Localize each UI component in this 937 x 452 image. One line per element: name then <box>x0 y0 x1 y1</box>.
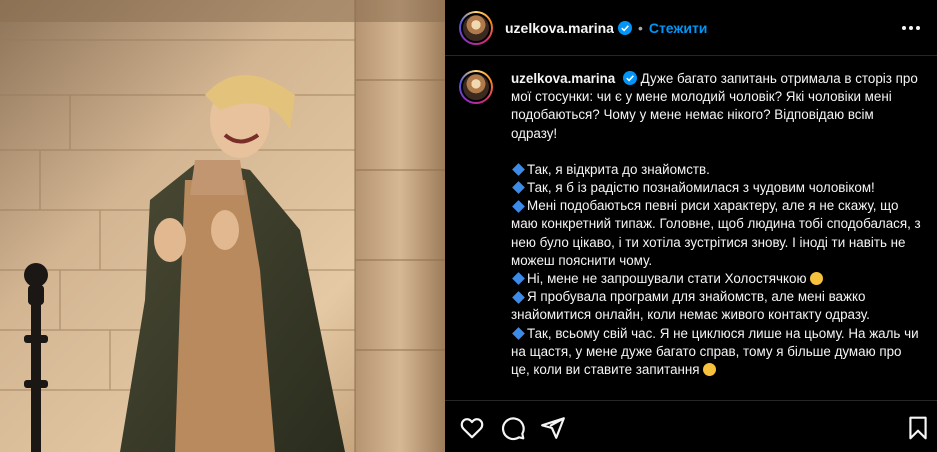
blue-diamond-icon <box>512 272 525 286</box>
photo-illustration <box>0 0 445 452</box>
caption-block: uzelkova.marina Дуже багато запитань отр… <box>459 70 923 379</box>
caption-gap <box>511 143 921 161</box>
blue-diamond-icon <box>512 199 525 213</box>
caption-intro: uzelkova.marina Дуже багато запитань отр… <box>511 70 921 143</box>
caption-bullet-text: Мені подобаються певні риси характеру, а… <box>511 198 921 268</box>
caption-username[interactable]: uzelkova.marina <box>511 71 615 86</box>
caption-bullet: Я пробувала програми для знайомств, але … <box>511 288 921 324</box>
blue-diamond-icon <box>512 181 525 195</box>
caption-bullet-text: Так, я б із радістю познайомилася з чудо… <box>527 180 875 196</box>
caption-bullet: Так, я відкрита до знайомств. <box>511 161 921 179</box>
verified-badge-icon <box>617 20 632 35</box>
post-panel: uzelkova.marina • Стежити uzelkova.marin… <box>445 0 937 452</box>
author-username[interactable]: uzelkova.marina <box>505 20 614 36</box>
caption-bullet-text: Я пробувала програми для знайомств, але … <box>511 289 870 323</box>
post-photo[interactable] <box>0 0 445 452</box>
heart-icon[interactable] <box>459 415 485 441</box>
more-options-icon[interactable] <box>899 18 923 38</box>
blue-diamond-icon <box>512 327 525 340</box>
blue-diamond-icon <box>512 290 525 304</box>
caption-bullet: Мені подобаються певні риси характеру, а… <box>511 197 921 270</box>
caption-avatar[interactable] <box>459 70 493 104</box>
separator-dot: • <box>637 19 643 36</box>
caption-bullet: Ні, мене не запрошували стати Холостячко… <box>511 270 921 288</box>
blue-diamond-icon <box>512 163 525 177</box>
grinning-face-emoji-icon <box>702 363 716 377</box>
caption-text: uzelkova.marina Дуже багато запитань отр… <box>511 70 921 379</box>
share-icon[interactable] <box>540 415 566 441</box>
bookmark-icon[interactable] <box>905 415 931 441</box>
caption-bullet: Так, всьому свій час. Я не циклюся лише … <box>511 325 921 380</box>
caption-bullet: Так, я б із радістю познайомилася з чудо… <box>511 179 921 197</box>
post-header: uzelkova.marina • Стежити <box>445 0 937 56</box>
follow-button[interactable]: Стежити <box>649 20 708 36</box>
caption-bullet-text: Так, я відкрита до знайомств. <box>527 161 710 177</box>
caption-bullet-text: Ні, мене не запрошували стати Холостячко… <box>527 271 807 287</box>
comment-icon[interactable] <box>500 415 526 441</box>
post-actions-bar <box>445 400 937 452</box>
author-avatar[interactable] <box>459 10 493 45</box>
smiling-face-emoji-icon <box>809 272 823 286</box>
verified-badge-icon <box>622 71 637 85</box>
